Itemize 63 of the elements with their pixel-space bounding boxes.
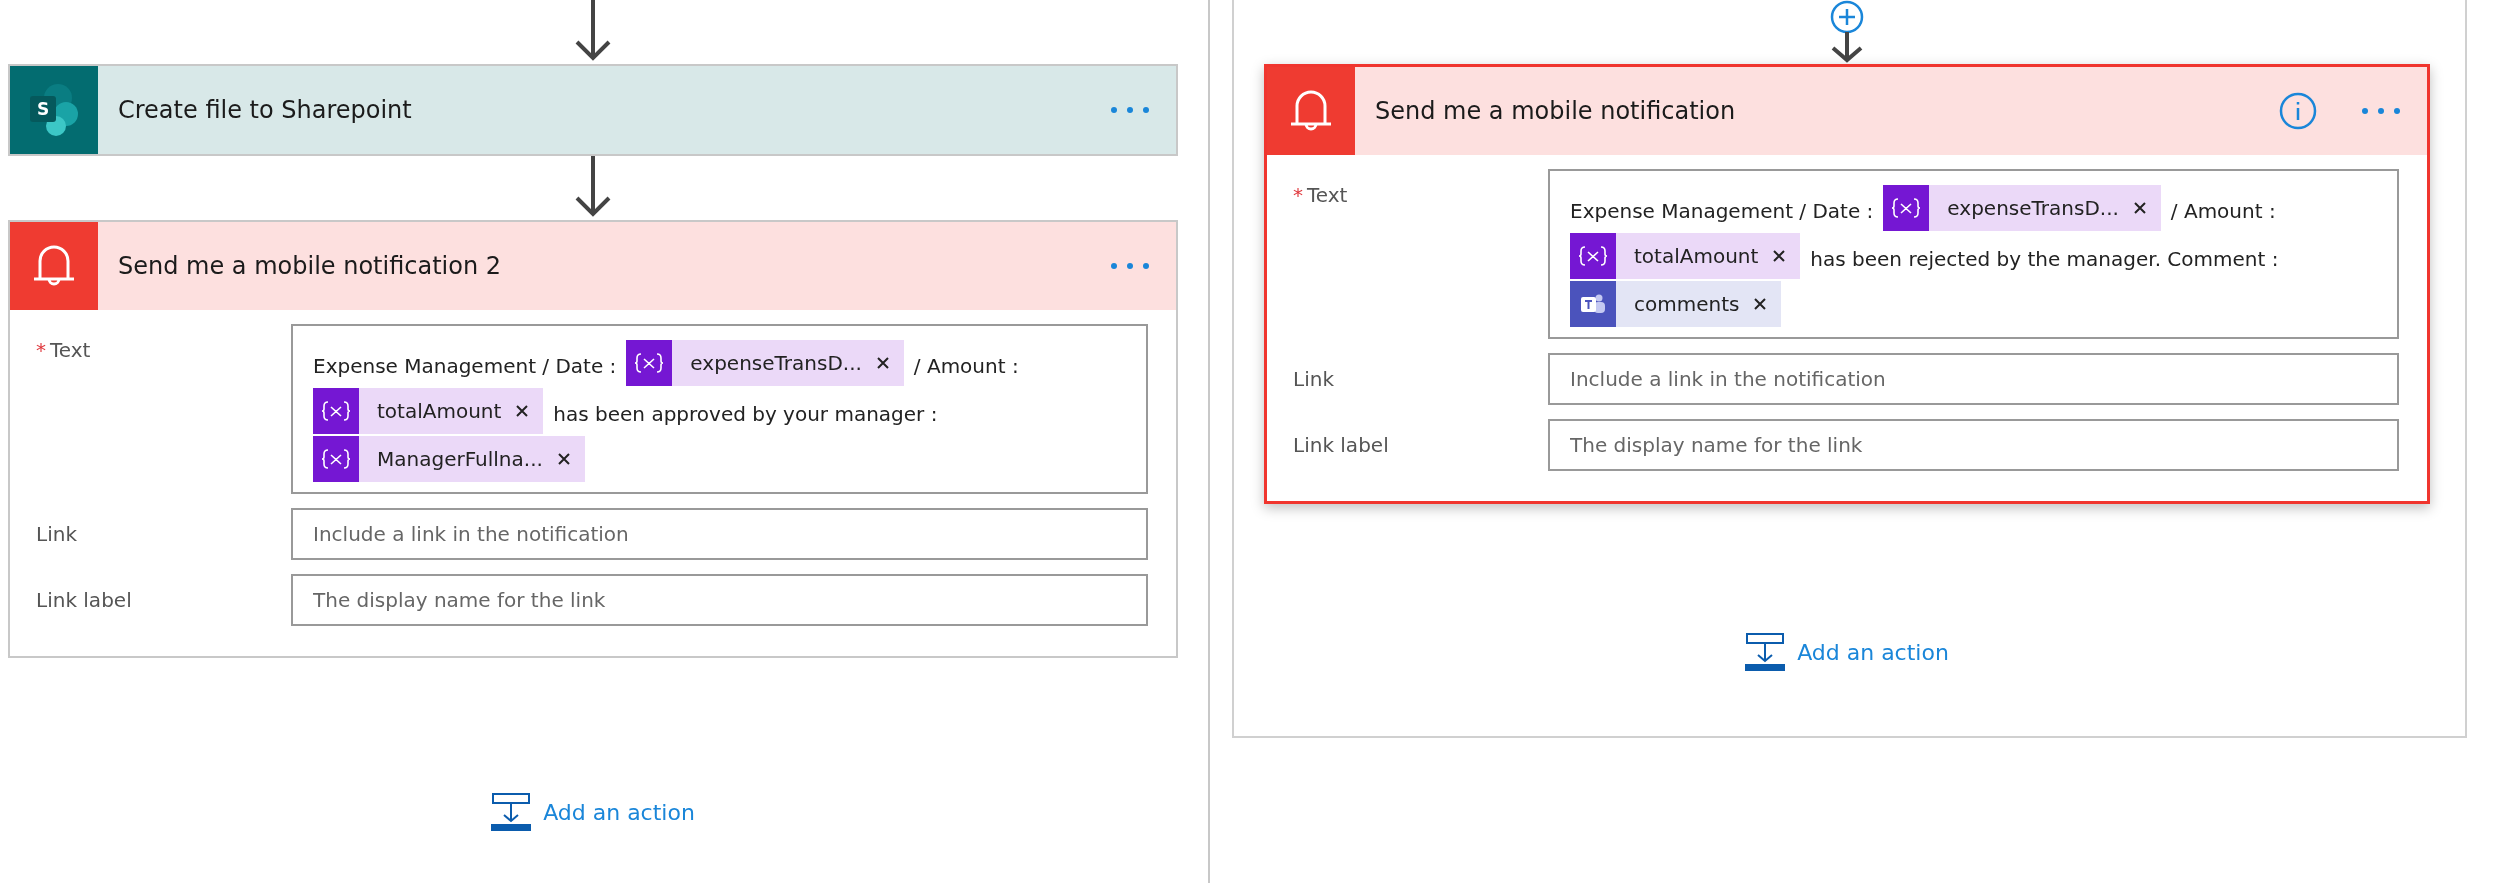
field-label: Link: [36, 522, 77, 546]
remove-icon[interactable]: [2132, 201, 2147, 215]
field-text: Expense Management / Date :: [313, 353, 617, 378]
card-header[interactable]: S Create file to Sharepoint: [10, 66, 1176, 154]
variable-token[interactable]: ManagerFullna...: [313, 436, 585, 482]
variable-icon: [1578, 245, 1608, 267]
card-header[interactable]: Send me a mobile notification: [1267, 67, 2427, 155]
field-label: Link label: [36, 588, 132, 612]
variable-token[interactable]: expenseTransD...: [626, 340, 904, 386]
token-label: expenseTransD...: [1946, 196, 2120, 220]
field-text: / Amount :: [2170, 198, 2276, 223]
more-icon: [1110, 106, 1150, 114]
add-action-button[interactable]: Add an action: [487, 788, 699, 836]
card-title: Send me a mobile notification: [1375, 97, 1737, 125]
add-action-icon: [1745, 632, 1786, 672]
add-action-icon: [491, 792, 532, 832]
variable-icon: [321, 448, 351, 470]
info-button[interactable]: [2279, 92, 2317, 130]
variable-icon: [1891, 197, 1922, 219]
required-mark: *: [36, 338, 46, 362]
token-label: totalAmount: [1633, 244, 1760, 268]
arrow-icon: [573, 0, 613, 62]
remove-icon[interactable]: [556, 452, 571, 466]
token-label: expenseTransD...: [689, 351, 863, 375]
token-label: comments: [1633, 292, 1741, 316]
field-label: Link: [1293, 367, 1334, 391]
field-text: has been approved by your manager :: [553, 401, 938, 426]
more-icon: [2361, 107, 2401, 115]
teams-token[interactable]: comments: [1570, 281, 1782, 327]
remove-icon[interactable]: [1772, 249, 1787, 263]
field-text: has been rejected by the manager. Comment :: [1810, 246, 2279, 271]
field-label: Text: [1307, 183, 1348, 207]
teams-icon: [1579, 292, 1607, 316]
info-icon: [2279, 92, 2317, 130]
card-title: Send me a mobile notification 2: [118, 252, 503, 280]
arrow-icon: [573, 156, 613, 218]
text-field[interactable]: Expense Management / Date : expenseTransD... / Amount : totalAmount has been rejected by the manager. Comment : comments: [1548, 169, 2399, 339]
required-mark: *: [1293, 183, 1303, 207]
field-label: Link label: [1293, 433, 1389, 457]
remove-icon[interactable]: [1753, 297, 1768, 311]
input-field[interactable]: Include a link in the notification: [291, 508, 1148, 560]
remove-icon[interactable]: [875, 356, 890, 370]
add-action-button[interactable]: Add an action: [1741, 628, 1953, 676]
field-text: Expense Management / Date :: [1570, 198, 1874, 223]
action-card[interactable]: [1264, 64, 2430, 504]
variable-token[interactable]: totalAmount: [1570, 233, 1801, 279]
card-header[interactable]: Send me a mobile notification 2: [10, 222, 1176, 310]
input-field[interactable]: Include a link in the notification: [1548, 353, 2399, 405]
more-icon: [1110, 262, 1150, 270]
variable-token[interactable]: expenseTransD...: [1883, 185, 2161, 231]
variable-icon: [321, 400, 351, 422]
token-label: ManagerFullna...: [376, 447, 544, 471]
field-label: Text: [50, 338, 91, 362]
field-text: / Amount :: [913, 353, 1019, 378]
text-field[interactable]: Expense Management / Date : expenseTransD... / Amount : totalAmount has been approved by your manager : ManagerFullna...: [291, 324, 1148, 494]
action-card[interactable]: [8, 220, 1178, 658]
variable-token[interactable]: totalAmount: [313, 388, 544, 434]
card-title: Create file to Sharepoint: [118, 96, 413, 124]
remove-icon[interactable]: [515, 404, 530, 418]
variable-icon: [634, 352, 665, 374]
token-label: totalAmount: [376, 399, 503, 423]
input-field[interactable]: The display name for the link: [291, 574, 1148, 626]
input-field[interactable]: The display name for the link: [1548, 419, 2399, 471]
